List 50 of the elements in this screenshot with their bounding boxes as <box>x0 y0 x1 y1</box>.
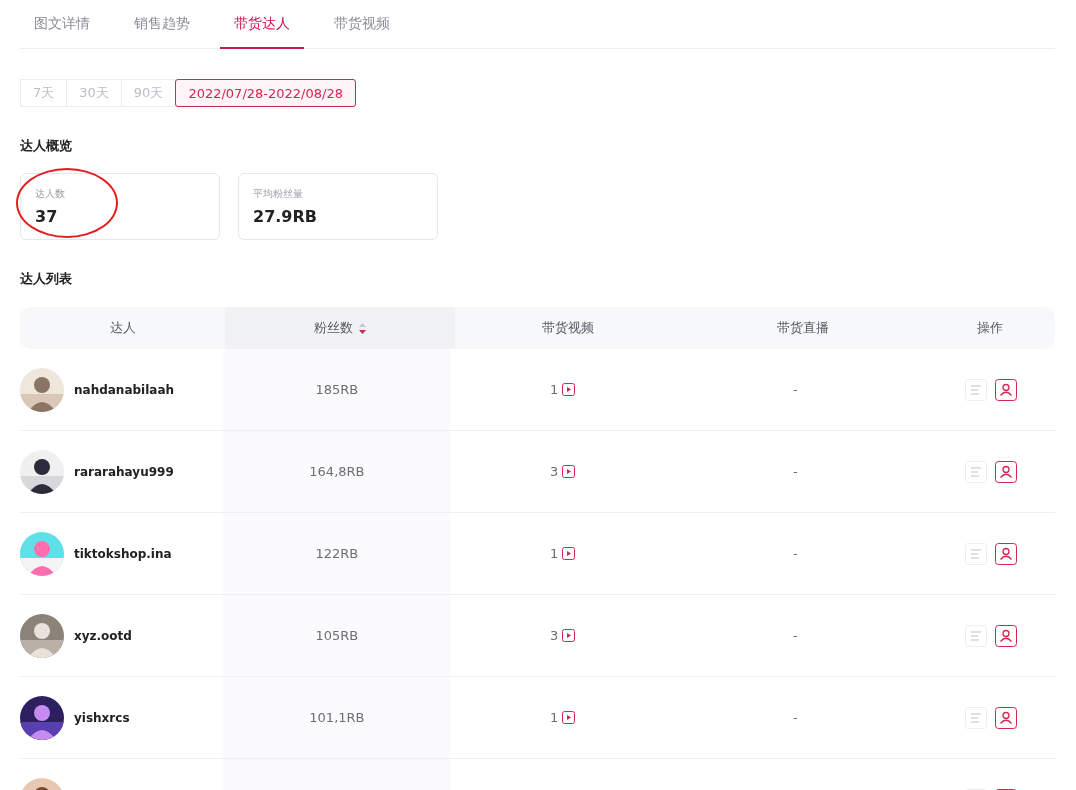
follower-count: 105RB <box>223 595 451 676</box>
section-title: 达人列表 <box>20 270 73 288</box>
tab[interactable]: 销售趋势 <box>120 0 204 49</box>
video-count: 3 <box>550 628 559 643</box>
sortable-header[interactable]: 粉丝数 <box>225 307 455 349</box>
stat-value: 27.9RB <box>253 207 318 226</box>
stat-label: 达人数 <box>35 187 66 201</box>
creator-name: rararahayu999 <box>74 464 174 479</box>
video-count: 1 <box>550 546 559 561</box>
tab[interactable]: 图文详情 <box>20 0 104 49</box>
column-header: 带货直播 <box>776 319 830 337</box>
date-range-option[interactable]: 2022/07/28-2022/08/28 <box>175 79 356 107</box>
creator-name: xyz.ootd <box>74 628 132 643</box>
live-count: - <box>793 464 798 479</box>
column-header: 带货视频 <box>541 319 595 337</box>
creator-name: yishxrcs <box>74 710 130 725</box>
play-icon[interactable] <box>562 711 576 724</box>
creator-name: tiktokshop.ina <box>74 546 172 561</box>
column-header: 达人 <box>108 319 137 337</box>
date-range-option[interactable]: 90天 <box>120 79 177 107</box>
stat-label: 平均粉丝量 <box>253 187 304 201</box>
follower-count: 185RB <box>223 349 451 430</box>
follower-count: 101,1RB <box>223 677 451 758</box>
tab[interactable]: 带货视频 <box>320 0 404 49</box>
follower-count: 122RB <box>223 513 451 594</box>
stat-value: 37 <box>35 207 59 226</box>
play-icon[interactable] <box>562 629 576 642</box>
live-count: - <box>793 628 798 643</box>
tab[interactable]: 带货达人 <box>220 0 304 49</box>
play-icon[interactable] <box>562 383 576 396</box>
section-title: 达人概览 <box>20 137 73 155</box>
date-range-option[interactable]: 30天 <box>66 79 122 107</box>
user-icon[interactable] <box>994 706 1017 729</box>
live-count: - <box>793 710 798 725</box>
user-icon[interactable] <box>994 378 1017 401</box>
live-count: - <box>793 382 798 397</box>
video-count: 1 <box>550 710 559 725</box>
follower-count: 164,8RB <box>223 431 451 512</box>
sort-icon <box>359 322 366 334</box>
video-count: 3 <box>550 464 559 479</box>
user-icon[interactable] <box>994 542 1017 565</box>
live-count: - <box>793 546 798 561</box>
video-count: 1 <box>550 382 559 397</box>
user-icon[interactable] <box>994 460 1017 483</box>
creator-name: nahdanabilaah <box>74 382 175 397</box>
play-icon[interactable] <box>562 547 576 560</box>
play-icon[interactable] <box>562 465 576 478</box>
user-icon[interactable] <box>994 624 1017 647</box>
column-header: 操作 <box>976 319 1004 337</box>
date-range-option[interactable]: 7天 <box>20 79 68 107</box>
